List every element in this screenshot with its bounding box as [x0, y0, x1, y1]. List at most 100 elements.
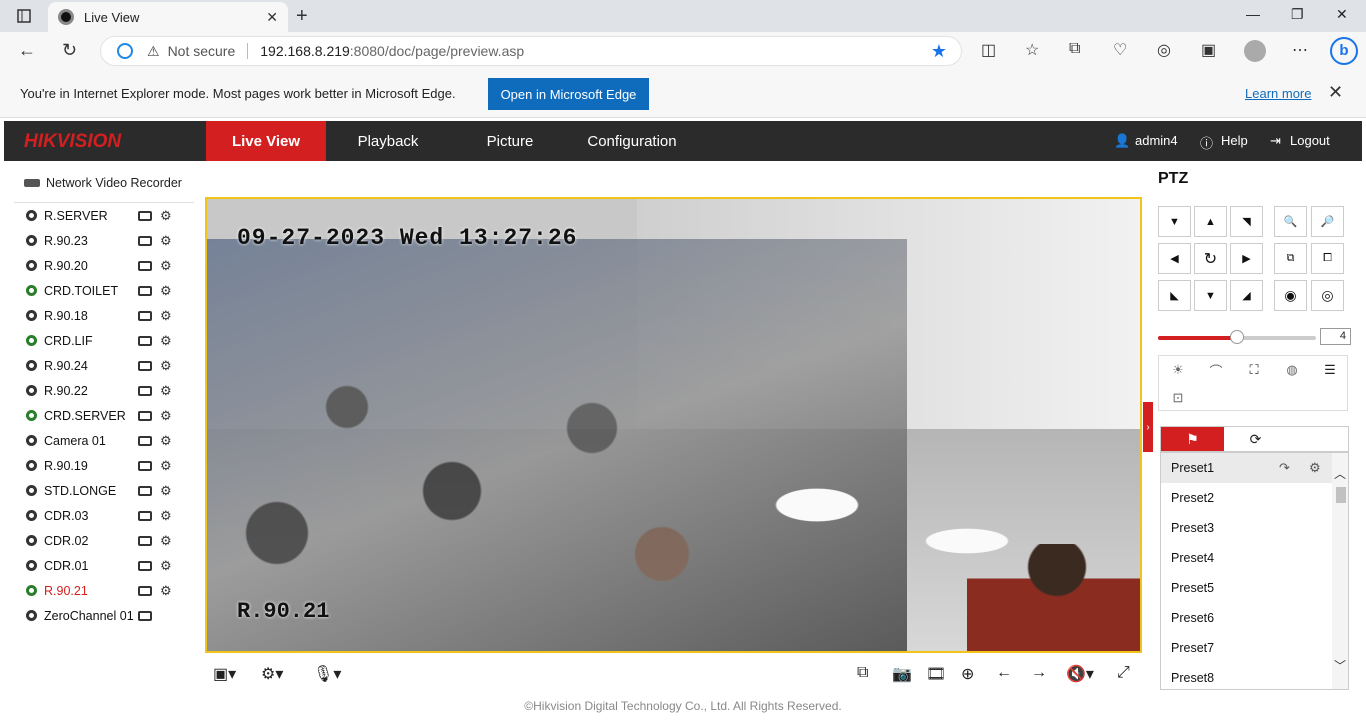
call-preset-icon[interactable]: ↷: [1279, 453, 1290, 483]
learn-more-link[interactable]: Learn more: [1245, 86, 1311, 101]
fullscreen-icon[interactable]: ⤢: [1117, 664, 1130, 682]
ptz-control-icon[interactable]: ⚙: [160, 258, 172, 274]
camera-item[interactable]: CRD.TOILET ⚙: [14, 278, 194, 303]
zoom-in-icon[interactable]: 🔎: [1311, 206, 1344, 237]
camera-item[interactable]: CDR.03 ⚙: [14, 503, 194, 528]
close-window-icon[interactable]: ✕: [1336, 6, 1348, 23]
more-menu-icon[interactable]: ⋯: [1292, 40, 1308, 60]
split-screen-icon[interactable]: ◫: [981, 40, 996, 60]
ptz-control-icon[interactable]: ⚙: [160, 233, 172, 249]
open-in-edge-button[interactable]: Open in Microsoft Edge: [488, 78, 649, 110]
preset-scrollbar[interactable]: ︿ ﹀: [1332, 453, 1348, 689]
camera-item[interactable]: R.90.24 ⚙: [14, 353, 194, 378]
preset-item[interactable]: Preset2: [1161, 483, 1348, 513]
scroll-up-icon[interactable]: ︿: [1334, 465, 1346, 482]
start-record-icon[interactable]: [138, 460, 152, 471]
camera-item[interactable]: CRD.SERVER ⚙: [14, 403, 194, 428]
ptz-control-icon[interactable]: ⚙: [160, 358, 172, 374]
camera-item[interactable]: R.SERVER ⚙: [14, 203, 194, 228]
iris-open-icon[interactable]: ◉: [1274, 280, 1307, 311]
ptz-up-right-button[interactable]: ◥: [1230, 206, 1263, 237]
start-record-icon[interactable]: [138, 535, 152, 546]
record-clip-icon[interactable]: 🎞: [926, 664, 946, 684]
start-record-icon[interactable]: [138, 260, 152, 271]
camera-item[interactable]: STD.LONGE ⚙: [14, 478, 194, 503]
collections-icon[interactable]: ⧉: [1069, 40, 1080, 58]
ptz-control-icon[interactable]: ⚙: [160, 333, 172, 349]
logout-icon[interactable]: ⇥: [1270, 133, 1281, 149]
ptz-control-icon[interactable]: ⚙: [160, 558, 172, 574]
light-icon[interactable]: ☀: [1159, 356, 1197, 384]
tab-actions-icon[interactable]: [8, 6, 40, 26]
restore-icon[interactable]: ❐: [1291, 6, 1304, 23]
close-infobar-icon[interactable]: ✕: [1328, 82, 1343, 103]
copilot-icon[interactable]: ◎: [1157, 40, 1171, 60]
start-record-icon[interactable]: [138, 385, 152, 396]
stop-all-icon[interactable]: ⧉: [857, 664, 868, 682]
ptz-control-icon[interactable]: ⚙: [160, 308, 172, 324]
not-secure-label[interactable]: Not secure: [168, 43, 236, 59]
ptz-control-icon[interactable]: ⚙: [160, 383, 172, 399]
ptz-down-right-button[interactable]: ◢: [1230, 280, 1263, 311]
focus-far-icon[interactable]: ⧠: [1311, 243, 1344, 274]
refresh-icon[interactable]: ↻: [62, 40, 77, 61]
start-record-icon[interactable]: [138, 285, 152, 296]
ptz-control-icon[interactable]: ⚙: [160, 208, 172, 224]
previous-page-icon[interactable]: ←: [996, 664, 1012, 682]
new-tab-icon[interactable]: +: [296, 5, 308, 28]
health-icon[interactable]: ♡: [1113, 40, 1127, 60]
live-video-window[interactable]: 09-27-2023 Wed 13:27:26 R.90.21: [205, 197, 1142, 653]
url-field[interactable]: ⚠ Not secure 192.168.8.219 :8080/doc/pag…: [100, 36, 962, 66]
preset-item[interactable]: Preset6: [1161, 603, 1348, 633]
pattern-tab[interactable]: [1287, 427, 1350, 451]
focus-near-icon[interactable]: ⧉: [1274, 243, 1307, 274]
ptz-up-left-button[interactable]: ▼: [1158, 206, 1191, 237]
nav-picture[interactable]: Picture: [450, 121, 570, 161]
preset-tab[interactable]: ⚑: [1161, 427, 1224, 451]
minimize-icon[interactable]: —: [1246, 6, 1260, 22]
start-record-icon[interactable]: [138, 310, 152, 321]
ptz-control-icon[interactable]: ⚙: [160, 533, 172, 549]
camera-item[interactable]: R.90.19 ⚙: [14, 453, 194, 478]
start-record-icon[interactable]: [138, 585, 152, 596]
start-record-icon[interactable]: [138, 435, 152, 446]
start-record-icon[interactable]: [138, 360, 152, 371]
start-record-icon[interactable]: [138, 485, 152, 496]
ie-mode-icon[interactable]: [117, 43, 133, 59]
ptz-control-icon[interactable]: ⚙: [160, 433, 172, 449]
camera-item[interactable]: R.90.18 ⚙: [14, 303, 194, 328]
collapse-panel-handle[interactable]: ›: [1143, 402, 1153, 452]
start-record-icon[interactable]: [138, 560, 152, 571]
ptz-down-left-button[interactable]: ◣: [1158, 280, 1191, 311]
camera-item[interactable]: CDR.01 ⚙: [14, 553, 194, 578]
mute-audio-icon[interactable]: 🔇▾: [1066, 664, 1094, 684]
preset-item[interactable]: Preset5: [1161, 573, 1348, 603]
more-menu-icon[interactable]: ☰: [1311, 356, 1349, 384]
ptz-up-button[interactable]: ▲: [1194, 206, 1227, 237]
iris-close-icon[interactable]: ◎: [1311, 280, 1344, 311]
bing-icon[interactable]: b: [1330, 37, 1358, 65]
next-page-icon[interactable]: →: [1031, 664, 1047, 682]
lens-init-icon[interactable]: ◍: [1273, 356, 1311, 384]
start-record-icon[interactable]: [138, 510, 152, 521]
start-record-icon[interactable]: [138, 335, 152, 346]
nav-configuration[interactable]: Configuration: [570, 121, 694, 161]
preset-item[interactable]: Preset8: [1161, 663, 1348, 689]
start-record-icon[interactable]: [138, 410, 152, 421]
capture-icon[interactable]: 📷: [892, 664, 912, 684]
ptz-control-icon[interactable]: ⚙: [160, 408, 172, 424]
preset-item[interactable]: Preset7: [1161, 633, 1348, 663]
wiper-icon[interactable]: ⌒: [1197, 356, 1235, 384]
help-link[interactable]: Help: [1221, 133, 1248, 148]
favorites-icon[interactable]: ☆: [1025, 40, 1039, 60]
preset-item[interactable]: Preset1 ↷ ⚙: [1161, 453, 1348, 483]
start-record-icon[interactable]: [138, 210, 152, 221]
username[interactable]: admin4: [1135, 133, 1178, 148]
camera-item[interactable]: CDR.02 ⚙: [14, 528, 194, 553]
warning-icon[interactable]: ⚠: [147, 43, 160, 60]
scroll-down-icon[interactable]: ﹀: [1334, 657, 1346, 674]
nav-live-view[interactable]: Live View: [206, 121, 326, 161]
profile-avatar[interactable]: [1244, 40, 1266, 62]
ptz-down-button[interactable]: ▼: [1194, 280, 1227, 311]
ptz-left-button[interactable]: ◀: [1158, 243, 1191, 274]
